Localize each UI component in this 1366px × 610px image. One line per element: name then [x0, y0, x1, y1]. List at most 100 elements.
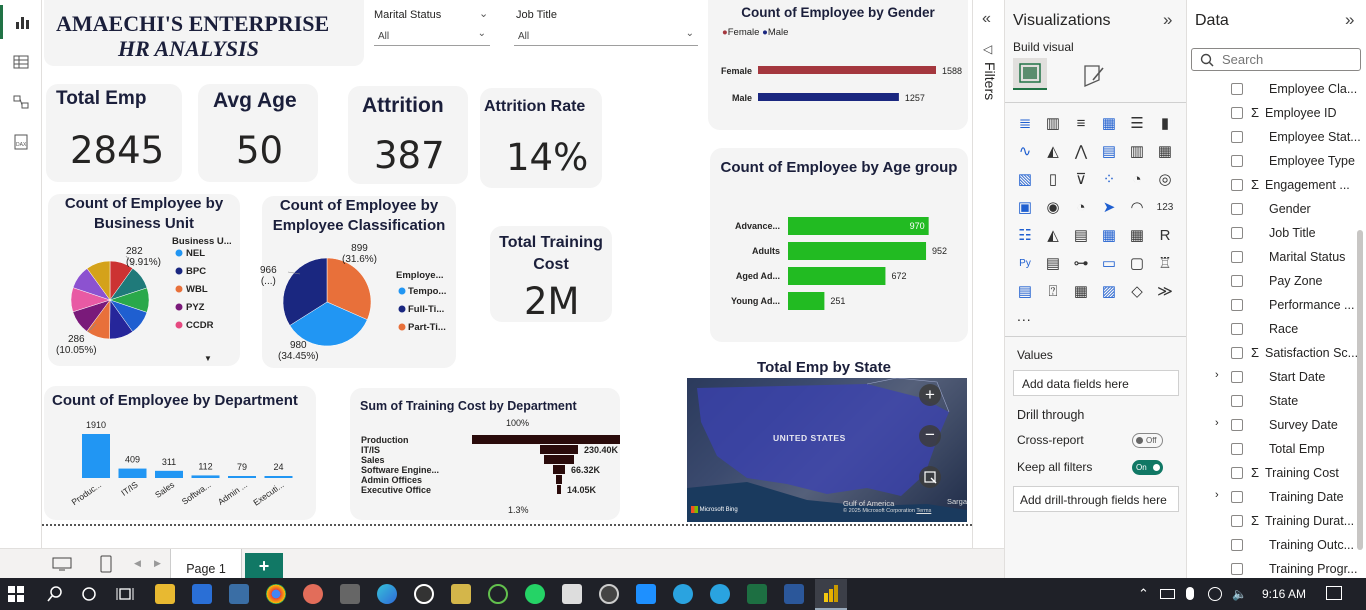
field-row[interactable]: Σ Training Durat...	[1187, 512, 1357, 532]
field-row[interactable]: Total Emp	[1187, 440, 1357, 460]
field-row[interactable]: Σ Engagement ...	[1187, 176, 1357, 196]
field-row[interactable]: Race	[1187, 320, 1357, 340]
field-checkbox[interactable]	[1231, 419, 1243, 431]
chrome-icon[interactable]	[266, 584, 286, 604]
whatsapp-icon[interactable]	[525, 584, 545, 604]
field-row[interactable]: State	[1187, 392, 1357, 412]
total-emp-card[interactable]: Total Emp 2845	[46, 84, 182, 182]
field-checkbox[interactable]	[1231, 203, 1243, 215]
tray-chevron-icon[interactable]: ⌃	[1138, 586, 1149, 602]
desktop-layout-icon[interactable]	[52, 557, 72, 576]
qa-visual-icon[interactable]: ▭	[1099, 254, 1119, 274]
field-checkbox[interactable]	[1231, 539, 1243, 551]
field-row[interactable]: › Start Date	[1187, 368, 1357, 388]
attrition-card[interactable]: Attrition 387	[348, 86, 468, 184]
clock-time[interactable]: 9:16 AM	[1262, 587, 1306, 601]
zoom-out-button[interactable]: −	[919, 425, 941, 447]
marital-status-slicer[interactable]: All ⌄	[374, 28, 490, 46]
attrition-rate-card[interactable]: Attrition Rate 14%	[480, 88, 602, 188]
next-page-icon[interactable]: ▶	[154, 558, 161, 569]
format-visual-tab[interactable]	[1079, 60, 1109, 95]
field-row[interactable]: Σ Satisfaction Sc...	[1187, 344, 1358, 364]
field-checkbox[interactable]	[1231, 323, 1243, 335]
field-row[interactable]: Pay Zone	[1187, 272, 1357, 292]
add-page-button[interactable]: +	[245, 553, 283, 579]
mobile-layout-icon[interactable]	[100, 555, 112, 578]
azure-map-visual-icon[interactable]: ➤	[1099, 198, 1119, 218]
network-globe-icon[interactable]	[1208, 587, 1222, 601]
key-influencers-visual-icon[interactable]: ▤	[1043, 254, 1063, 274]
collapse-right-icon[interactable]: »	[1345, 10, 1354, 30]
telegram-icon-2[interactable]	[710, 584, 730, 604]
card-visual-icon[interactable]: 123	[1155, 198, 1175, 218]
matrix-visual-icon[interactable]: ▦	[1127, 226, 1147, 246]
field-checkbox[interactable]	[1231, 155, 1243, 167]
field-checkbox[interactable]	[1231, 299, 1243, 311]
line-visual-icon[interactable]: ∿	[1015, 142, 1035, 162]
volume-icon[interactable]: 🔈	[1232, 587, 1247, 601]
stacked-column-visual-icon[interactable]: ▥	[1043, 114, 1063, 134]
chevron-down-icon[interactable]: ⌄	[479, 7, 488, 20]
field-checkbox[interactable]	[1231, 371, 1243, 383]
python-visual-visual-icon[interactable]: Py	[1015, 254, 1035, 274]
gender-chart-card[interactable]: Count of Employee by Gender ●Female ●Mal…	[708, 0, 968, 130]
collapse-right-icon[interactable]: »	[1163, 10, 1172, 30]
stacked-bar-visual-icon[interactable]: ≣	[1015, 114, 1035, 134]
shape-map-visual-icon[interactable]: ◔	[1071, 198, 1091, 218]
pie-visual-icon[interactable]: ⁘	[1099, 170, 1119, 190]
kpi-visual-icon[interactable]: ◭	[1043, 226, 1063, 246]
field-checkbox[interactable]	[1231, 107, 1243, 119]
field-checkbox[interactable]	[1231, 131, 1243, 143]
decomposition-tree-visual-icon[interactable]: ⊶	[1071, 254, 1091, 274]
field-row[interactable]: Performance ...	[1187, 296, 1357, 316]
stacked-area-visual-icon[interactable]: ⋀	[1071, 142, 1091, 162]
field-row[interactable]: › Training Date	[1187, 488, 1357, 508]
line-column-visual-icon[interactable]: ▤	[1099, 142, 1119, 162]
expand-chevron-icon[interactable]: ›	[1215, 489, 1219, 501]
field-checkbox[interactable]	[1231, 83, 1243, 95]
windows-start-icon[interactable]	[8, 586, 24, 607]
map-visual-icon[interactable]: ▣	[1015, 198, 1035, 218]
report-view-button[interactable]	[0, 5, 42, 39]
field-checkbox[interactable]	[1231, 563, 1243, 575]
obs-icon[interactable]	[599, 584, 619, 604]
field-checkbox[interactable]	[1231, 443, 1243, 455]
github-icon[interactable]	[414, 584, 434, 604]
map-area[interactable]: UNITED STATES Gulf of America Sarga Micr…	[687, 378, 967, 522]
prev-page-icon[interactable]: ◀	[134, 558, 141, 569]
store-icon[interactable]	[192, 584, 212, 604]
field-row[interactable]: Marital Status	[1187, 248, 1357, 268]
task-view-icon[interactable]	[116, 586, 134, 607]
field-checkbox[interactable]	[1231, 275, 1243, 287]
edge-icon[interactable]	[377, 584, 397, 604]
table-view-button[interactable]	[0, 45, 42, 79]
expand-chevron-icon[interactable]: ›	[1215, 417, 1219, 429]
clustered-column-visual-icon[interactable]: ▦	[1099, 114, 1119, 134]
cortana-icon[interactable]	[81, 586, 97, 607]
100-bar-visual-icon[interactable]: ☰	[1127, 114, 1147, 134]
file-explorer-icon[interactable]	[155, 584, 175, 604]
field-checkbox[interactable]	[1231, 347, 1243, 359]
mail-icon[interactable]	[562, 584, 582, 604]
power-automate-visual-icon[interactable]: ▦	[1071, 282, 1091, 302]
field-row[interactable]: Employee Type	[1187, 152, 1357, 172]
100-column-visual-icon[interactable]: ▮	[1155, 114, 1175, 134]
chevron-visual-icon[interactable]: ≫	[1155, 282, 1175, 302]
waterfall-visual-icon[interactable]: ▧	[1015, 170, 1035, 190]
treemap-visual-icon[interactable]: ◎	[1155, 170, 1175, 190]
field-row[interactable]: Σ Employee ID	[1187, 104, 1357, 124]
age-group-chart-card[interactable]: Count of Employee by Age group Advance..…	[710, 148, 968, 342]
gauge-visual-icon[interactable]: ◠	[1127, 198, 1147, 218]
battery-icon[interactable]	[1160, 589, 1175, 599]
narrative-visual-icon[interactable]: ▢	[1127, 254, 1147, 274]
powerbi-taskbar-button[interactable]	[815, 579, 847, 610]
field-row[interactable]: › Survey Date	[1187, 416, 1357, 436]
business-unit-chart-card[interactable]: Count of Employee by Business Unit NEL BP…	[48, 194, 240, 366]
field-checkbox[interactable]	[1231, 491, 1243, 503]
expand-left-icon[interactable]: «	[982, 10, 991, 28]
dax-query-view-button[interactable]: DAX	[0, 125, 42, 159]
field-checkbox[interactable]	[1231, 515, 1243, 527]
filled-map-visual-icon[interactable]: ◉	[1043, 198, 1063, 218]
values-well[interactable]: Add data fields here	[1013, 370, 1179, 396]
training-cost-chart-card[interactable]: Sum of Training Cost by Department Produ…	[350, 388, 620, 520]
